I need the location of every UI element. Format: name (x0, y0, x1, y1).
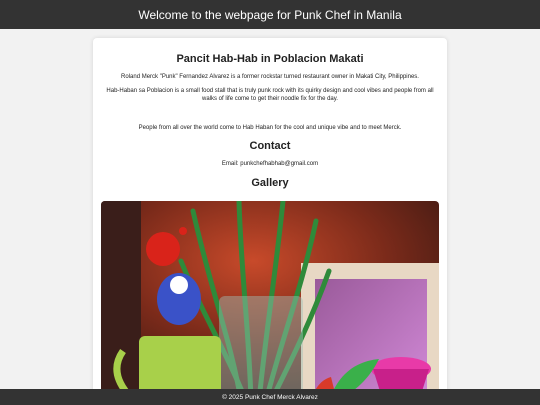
gallery-photo (101, 201, 439, 398)
page-title: Pancit Hab-Hab in Poblacion Makati (176, 53, 364, 65)
footer-text: © 2025 Punk Chef Merck Alvarez (222, 393, 318, 401)
intro-text: Roland Merck "Punk" Fernandez Alvarez is… (121, 74, 419, 80)
main-card: Pancit Hab-Hab in Poblacion Makati Rolan… (93, 38, 447, 398)
people-text: People from all over the world come to H… (138, 125, 402, 131)
gallery-photo-illustration (101, 201, 439, 398)
site-header: Welcome to the webpage for Punk Chef in … (0, 0, 540, 29)
gallery-heading: Gallery (251, 177, 289, 189)
contact-heading: Contact (249, 140, 291, 152)
contact-email: Email: punkchefhabhab@gmail.com (221, 161, 319, 167)
description-text: Hab-Haban sa Poblacion is a small food s… (106, 88, 434, 102)
header-title: Welcome to the webpage for Punk Chef in … (138, 7, 402, 22)
site-footer: © 2025 Punk Chef Merck Alvarez (0, 389, 540, 405)
